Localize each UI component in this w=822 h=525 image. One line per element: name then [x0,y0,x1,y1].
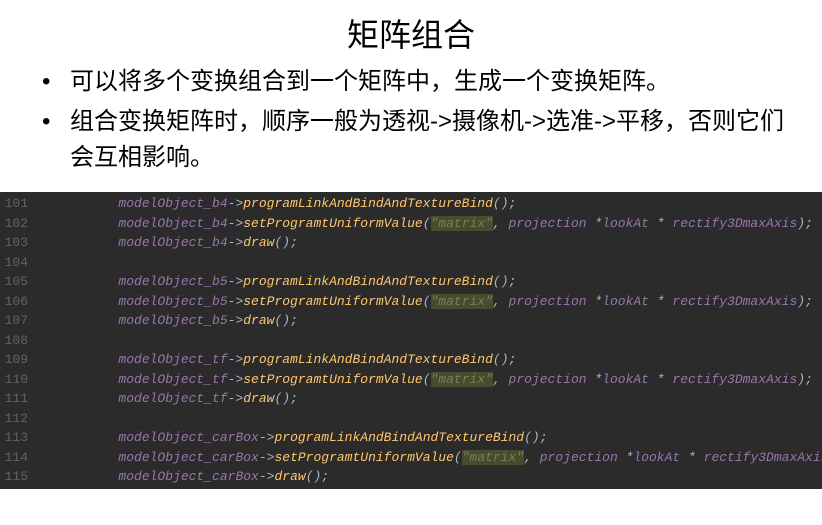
code-line: 109 modelObject_tf->programLinkAndBindAn… [0,350,822,370]
code-line: 103 modelObject_b4->draw(); [0,233,822,253]
code-text: modelObject_carBox->programLinkAndBindAn… [38,428,548,448]
code-line: 101 modelObject_b4->programLinkAndBindAn… [0,194,822,214]
line-number: 113 [0,428,38,448]
line-number: 106 [0,292,38,312]
code-line: 104 [0,253,822,273]
code-text: modelObject_carBox->setProgramtUniformVa… [38,448,822,468]
page-title: 矩阵组合 [0,0,822,64]
line-number: 105 [0,272,38,292]
code-line: 111 modelObject_tf->draw(); [0,389,822,409]
code-line: 110 modelObject_tf->setProgramtUniformVa… [0,370,822,390]
code-text: modelObject_carBox->draw(); [38,467,329,487]
code-line: 106 modelObject_b5->setProgramtUniformVa… [0,292,822,312]
line-number: 101 [0,194,38,214]
code-text [38,331,56,351]
code-line: 112 [0,409,822,429]
code-text: modelObject_b4->setProgramtUniformValue(… [38,214,813,234]
code-line: 107 modelObject_b5->draw(); [0,311,822,331]
code-text: modelObject_tf->setProgramtUniformValue(… [38,370,813,390]
bullet-list: 可以将多个变换组合到一个矩阵中，生成一个变换矩阵。 组合变换矩阵时，顺序一般为透… [0,64,822,192]
line-number: 104 [0,253,38,273]
code-block: 101 modelObject_b4->programLinkAndBindAn… [0,192,822,489]
list-item: 可以将多个变换组合到一个矩阵中，生成一个变换矩阵。 [70,64,792,100]
line-number: 111 [0,389,38,409]
code-line: 115 modelObject_carBox->draw(); [0,467,822,487]
code-text: modelObject_tf->programLinkAndBindAndTex… [38,350,516,370]
line-number: 102 [0,214,38,234]
code-text [38,253,56,273]
line-number: 103 [0,233,38,253]
line-number: 114 [0,448,38,468]
line-number: 115 [0,467,38,487]
code-line: 114 modelObject_carBox->setProgramtUnifo… [0,448,822,468]
code-text: modelObject_b4->programLinkAndBindAndTex… [38,194,516,214]
code-line: 108 [0,331,822,351]
line-number: 110 [0,370,38,390]
code-text: modelObject_b4->draw(); [38,233,298,253]
code-line: 105 modelObject_b5->programLinkAndBindAn… [0,272,822,292]
code-line: 102 modelObject_b4->setProgramtUniformVa… [0,214,822,234]
code-text: modelObject_b5->setProgramtUniformValue(… [38,292,813,312]
line-number: 107 [0,311,38,331]
line-number: 108 [0,331,38,351]
line-number: 112 [0,409,38,429]
code-text [38,409,56,429]
code-line: 113 modelObject_carBox->programLinkAndBi… [0,428,822,448]
list-item: 组合变换矩阵时，顺序一般为透视->摄像机->选准->平移，否则它们会互相影响。 [70,104,792,176]
line-number: 109 [0,350,38,370]
code-text: modelObject_b5->draw(); [38,311,298,331]
code-text: modelObject_tf->draw(); [38,389,298,409]
code-text: modelObject_b5->programLinkAndBindAndTex… [38,272,516,292]
